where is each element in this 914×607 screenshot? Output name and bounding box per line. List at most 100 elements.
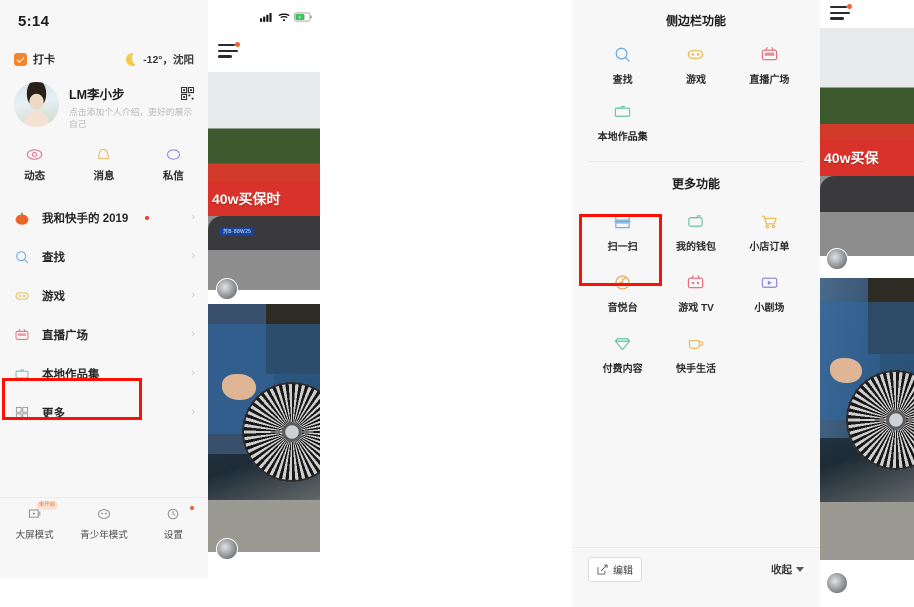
tile-scan[interactable]: 扫一扫	[586, 212, 659, 253]
sidebar-bottom-bar: 未开启 大屏模式 青少年模式 设置	[0, 497, 208, 549]
cellular-signal-icon	[260, 13, 272, 22]
chevron-right-icon: ›	[191, 406, 195, 418]
feed-video-thumbnail-top[interactable]: 40w买保	[820, 28, 914, 256]
sidebar-item-game[interactable]: 游戏 ›	[0, 276, 208, 315]
teen-mode-icon	[97, 509, 111, 519]
shopping-cart-icon	[761, 215, 777, 229]
section-title-more-functions: 更多功能	[671, 177, 720, 191]
caret-down-icon	[796, 567, 804, 572]
avatar[interactable]	[826, 572, 848, 594]
profile-block[interactable]: LM李小步 点击添加个人介绍，更好的展示自己	[0, 82, 208, 138]
game-icon	[688, 50, 704, 59]
tile-live[interactable]: 直播广场	[733, 45, 806, 86]
chat-bubble-icon	[166, 149, 180, 160]
tile-game[interactable]: 游戏	[659, 45, 732, 86]
tile-search[interactable]: 查找	[586, 45, 659, 86]
avatar[interactable]	[216, 538, 238, 560]
collapse-button[interactable]: 收起	[771, 562, 804, 577]
sidebar-functions-grid: 查找 游戏 直播广场 本地作品集	[572, 29, 820, 143]
battery-charging-icon	[294, 12, 312, 22]
tile-label: 我的钱包	[675, 242, 716, 253]
sidebar-item-live[interactable]: 直播广场 ›	[0, 315, 208, 354]
check-in-button[interactable]: 打卡	[14, 51, 55, 67]
sidebar-item-2019[interactable]: 我和快手的 2019 ›	[0, 198, 208, 237]
sidebar-item-label: 本地作品集	[42, 368, 100, 381]
profile-subtitle: 点击添加个人介绍，更好的展示自己	[69, 107, 193, 129]
tile-label: 游戏 TV	[678, 303, 714, 314]
search-icon	[16, 250, 29, 263]
tile-local-works[interactable]: 本地作品集	[586, 102, 659, 143]
right-phone-screen: 侧边栏功能 查找 游戏 直播广场 本地作品集 更多功能 扫一扫 我的钱包 小店订…	[572, 0, 914, 607]
tile-kuaishou-life[interactable]: 快手生活	[659, 334, 732, 375]
chevron-right-icon: ›	[191, 289, 195, 301]
tile-music-stage[interactable]: 音悦台	[586, 273, 659, 314]
edit-button-label: 编辑	[613, 566, 633, 577]
folder-icon	[15, 368, 29, 378]
tile-wallet[interactable]: 我的钱包	[659, 212, 732, 253]
bottom-action-settings[interactable]: 设置	[139, 506, 208, 541]
chevron-right-icon: ›	[191, 328, 195, 340]
tile-shop-orders[interactable]: 小店订单	[733, 212, 806, 253]
quick-action-sixin[interactable]: 私信	[139, 146, 208, 192]
moon-icon	[126, 52, 140, 66]
qr-code-icon[interactable]	[181, 87, 194, 100]
hamburger-menu-icon[interactable]	[218, 42, 240, 58]
tile-theater[interactable]: 小剧场	[733, 273, 806, 314]
folder-icon	[614, 105, 631, 117]
feed-video-thumbnail-top[interactable]: 40w买保时 苏B·88W25	[208, 72, 320, 290]
live-icon	[761, 47, 778, 61]
quick-action-label: 私信	[162, 170, 184, 182]
status-bar-left: 5:14	[0, 10, 208, 32]
function-sheet: 侧边栏功能 查找 游戏 直播广场 本地作品集 更多功能 扫一扫 我的钱包 小店订…	[572, 0, 820, 607]
weather-widget[interactable]: -12°，沈阳	[126, 52, 194, 67]
bottom-action-label: 青少年模式	[80, 530, 128, 541]
right-feed-peek[interactable]: 40w买保	[820, 0, 914, 607]
tile-paid-content[interactable]: 付费内容	[586, 334, 659, 375]
profile-name-row: LM李小步	[69, 84, 194, 103]
hamburger-menu-icon[interactable]	[830, 4, 852, 20]
sidebar-item-label: 直播广场	[42, 329, 88, 342]
tile-label: 扫一扫	[607, 242, 638, 253]
quick-action-label: 消息	[93, 170, 115, 182]
tile-label: 直播广场	[749, 75, 790, 86]
edit-pencil-icon	[597, 564, 608, 575]
left-phone-screen: 5:14 打卡 -12°，沈阳 LM李小步 点击添加个人介绍，更好的展示自己 动…	[0, 0, 320, 607]
unread-dot	[145, 215, 150, 220]
video-caption-banner: 40w买保时	[208, 182, 320, 216]
video-caption-banner: 40w买保	[820, 140, 914, 176]
quick-actions-row: 动态 消息 私信	[0, 146, 208, 192]
music-disc-icon	[615, 275, 630, 290]
sidebar-item-local-works[interactable]: 本地作品集 ›	[0, 354, 208, 393]
quick-action-xiaoxi[interactable]: 消息	[69, 146, 138, 192]
bottom-action-big-screen-mode[interactable]: 未开启 大屏模式	[0, 501, 69, 541]
wifi-icon	[278, 13, 290, 22]
unread-dot	[847, 4, 852, 9]
tile-game-tv[interactable]: 游戏 TV	[659, 273, 732, 314]
sidebar-item-more[interactable]: 更多 ›	[0, 393, 208, 432]
check-in-weather-row: 打卡 -12°，沈阳	[0, 46, 208, 72]
game-tv-icon	[688, 275, 704, 289]
status-bar-icons-left	[260, 12, 312, 22]
quick-action-dongtai[interactable]: 动态	[0, 146, 69, 192]
status-bar-clock: 5:14	[18, 12, 50, 30]
person-hand	[222, 374, 256, 400]
avatar[interactable]	[14, 82, 59, 127]
avatar[interactable]	[216, 278, 238, 300]
profile-info: LM李小步 点击添加个人介绍，更好的展示自己	[69, 82, 194, 138]
sidebar-item-search[interactable]: 查找 ›	[0, 237, 208, 276]
bottom-action-teen-mode[interactable]: 青少年模式	[69, 506, 138, 541]
tile-label: 音悦台	[607, 303, 638, 314]
quick-action-label: 动态	[24, 170, 46, 182]
theater-screen-icon	[761, 277, 778, 288]
avatar[interactable]	[826, 248, 848, 270]
tile-label: 快手生活	[675, 364, 716, 375]
feed-video-thumbnail-bottom[interactable]	[208, 304, 320, 552]
left-feed-peek[interactable]: 40w买保时 苏B·88W25	[208, 0, 320, 578]
tile-label: 本地作品集	[597, 132, 648, 143]
tile-label: 付费内容	[602, 364, 643, 375]
edit-button[interactable]: 编辑	[588, 557, 642, 582]
profile-name: LM李小步	[69, 88, 125, 102]
screenshot-root: 5:14 打卡 -12°，沈阳 LM李小步 点击添加个人介绍，更好的展示自己 动…	[0, 0, 914, 607]
pumpkin-icon	[15, 212, 29, 225]
feed-video-thumbnail-bottom[interactable]	[820, 278, 914, 560]
